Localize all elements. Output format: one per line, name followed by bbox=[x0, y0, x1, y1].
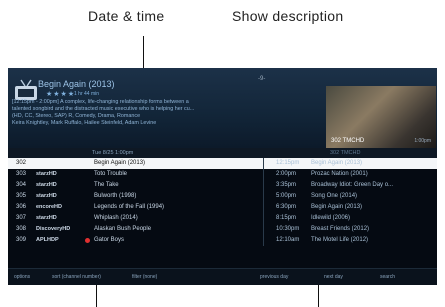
channel-row[interactable]: 308 DiscoveryHD Alaskan Bush People 10:30pm… bbox=[8, 224, 437, 235]
schedule-program-title: Prozac Nation (2001) bbox=[311, 171, 368, 177]
callout-date-time: Date & time bbox=[88, 8, 165, 24]
callout-show-description: Show description bbox=[232, 8, 344, 24]
tv-guide-screen: Begin Again (2013) ★★★★ 1 hr 44 min [12:… bbox=[8, 68, 437, 285]
channel-logo: starzHD bbox=[36, 215, 57, 221]
schedule-program-title: Breast Friends (2012) bbox=[311, 226, 370, 232]
channel-program-title: Whiplash (2014) bbox=[94, 215, 138, 221]
preview-channel-label: 302 TMCHD bbox=[331, 138, 365, 144]
channel-number: 305 bbox=[16, 193, 27, 199]
schedule-program-title: Idlewild (2006) bbox=[311, 215, 351, 221]
channel-logo: starzHD bbox=[36, 193, 57, 199]
channel-list: 302 Begin Again (2013) 12:15pm Begin Again … bbox=[8, 158, 437, 246]
options-button[interactable]: options bbox=[14, 274, 30, 280]
channel-row[interactable]: 307 starzHD Whiplash (2014) 8:15pm Idlewild … bbox=[8, 213, 437, 224]
description-line: (HD, CC, Stereo, SAP) R, Comedy, Drama, … bbox=[12, 113, 141, 119]
program-duration: 1 hr 44 min bbox=[74, 91, 100, 97]
channel-program-title: The Take bbox=[94, 182, 119, 188]
schedule-program-title: Begin Again (2013) bbox=[311, 204, 363, 210]
sort-button[interactable]: sort (channel number) bbox=[52, 274, 101, 280]
guide-date-header: Tue 8/25 1:00pm 302 TMCHD bbox=[8, 148, 437, 158]
channel-row[interactable]: 306 encoreHD Legends of the Fall (1994) 6:3… bbox=[8, 202, 437, 213]
selected-channel-header: 302 TMCHD bbox=[330, 150, 361, 156]
channel-program-title: Legends of the Fall (1994) bbox=[94, 204, 165, 210]
channel-program-title: Begin Again (2013) bbox=[94, 160, 146, 166]
search-button[interactable]: search bbox=[380, 274, 395, 280]
channel-logo: DiscoveryHD bbox=[36, 226, 71, 232]
description-line: talented songbird and the distracted mus… bbox=[12, 106, 195, 112]
channel-program-title: Gator Boys bbox=[94, 237, 125, 243]
schedule-time: 12:15pm bbox=[276, 160, 300, 166]
channel-logo: starzHD bbox=[36, 171, 57, 177]
channel-row[interactable]: 305 starzHD Bulworth (1998) 5:00pm Song One … bbox=[8, 191, 437, 202]
guide-footer: options sort (channel number) filter (no… bbox=[8, 268, 437, 285]
schedule-time: 10:30pm bbox=[276, 226, 300, 232]
channel-row[interactable]: 303 starzHD Toto Trouble 2:00pm Prozac Natio… bbox=[8, 169, 437, 180]
record-dot-icon bbox=[85, 238, 90, 243]
channel-program-title: Alaskan Bush People bbox=[94, 226, 152, 232]
schedule-time: 3:35pm bbox=[276, 182, 297, 188]
schedule-time: 5:00pm bbox=[276, 193, 297, 199]
schedule-program-title: Broadway Idiot: Green Day o... bbox=[311, 182, 394, 188]
channel-row[interactable]: 304 starzHD The Take 3:35pm Broadway Idiot: … bbox=[8, 180, 437, 191]
channel-logo: encoreHD bbox=[36, 204, 62, 210]
channel-logo: APLHDP bbox=[36, 237, 59, 243]
channel-program-title: Toto Trouble bbox=[94, 171, 128, 177]
program-info-panel: Begin Again (2013) ★★★★ 1 hr 44 min [12:… bbox=[8, 68, 437, 148]
next-day-button[interactable]: next day bbox=[324, 274, 343, 280]
column-divider bbox=[263, 158, 264, 246]
filter-button[interactable]: filter (none) bbox=[132, 274, 157, 280]
schedule-program-title: Begin Again (2013) bbox=[311, 160, 363, 166]
channel-indicator: -9- bbox=[258, 76, 266, 82]
description-line: [12:15pm - 2:00pm] A complex, life-chang… bbox=[12, 99, 189, 105]
program-title: Begin Again (2013) bbox=[38, 79, 115, 89]
channel-number: 303 bbox=[16, 171, 27, 177]
guide-date-time: Tue 8/25 1:00pm bbox=[92, 150, 134, 156]
channel-number: 302 bbox=[16, 160, 27, 166]
previous-day-button[interactable]: previous day bbox=[260, 274, 288, 280]
schedule-time: 12:10am bbox=[276, 237, 300, 243]
program-description: [12:15pm - 2:00pm] A complex, life-chang… bbox=[12, 99, 312, 127]
channel-number: 308 bbox=[16, 226, 27, 232]
channel-number: 309 bbox=[16, 237, 27, 243]
current-time: 1:00pm bbox=[414, 138, 431, 144]
channel-number: 304 bbox=[16, 182, 27, 188]
channel-logo: starzHD bbox=[36, 182, 57, 188]
channel-program-title: Bulworth (1998) bbox=[94, 193, 137, 199]
channel-number: 306 bbox=[16, 204, 27, 210]
schedule-program-title: The Motel Life (2012) bbox=[311, 237, 369, 243]
channel-row[interactable]: 302 Begin Again (2013) 12:15pm Begin Again … bbox=[8, 158, 437, 169]
channel-number: 307 bbox=[16, 215, 27, 221]
schedule-program-title: Song One (2014) bbox=[311, 193, 358, 199]
star-rating: ★★★★ bbox=[46, 91, 76, 98]
description-line: Keira Knightley, Mark Ruffalo, Hailee St… bbox=[12, 120, 157, 126]
schedule-time: 8:15pm bbox=[276, 215, 297, 221]
schedule-time: 2:00pm bbox=[276, 171, 297, 177]
schedule-time: 6:30pm bbox=[276, 204, 297, 210]
channel-row[interactable]: 309 APLHDP Gator Boys 12:10am The Motel Life… bbox=[8, 235, 437, 246]
